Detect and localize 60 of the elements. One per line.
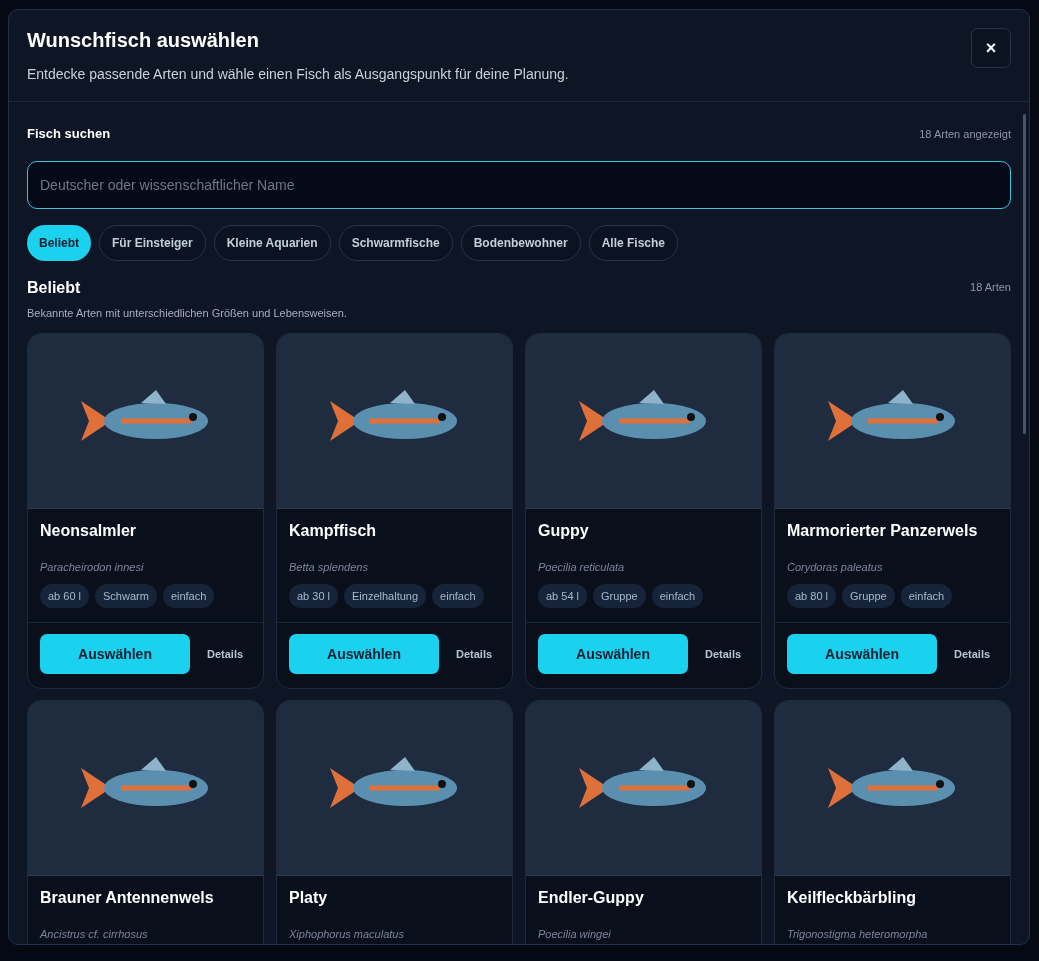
section-title: Beliebt xyxy=(27,277,81,298)
tag: einfach xyxy=(432,583,484,608)
details-link[interactable]: Details xyxy=(954,645,991,663)
dialog-subtitle: Entdecke passende Arten und wähle einen Fisch als Ausgangspunkt für deine Planung. xyxy=(27,65,569,84)
fish-name: Guppy xyxy=(538,521,590,541)
filter-chip[interactable]: Schwarmfische xyxy=(338,224,453,261)
scientific-name: Xiphophorus maculatus xyxy=(289,927,405,942)
fish-name: Marmorierter Panzerwels xyxy=(787,521,979,541)
fish-card[interactable]: Guppy Poecilia reticulata ab 54 l Gruppe einfach Auswählen Details xyxy=(525,333,762,689)
details-link[interactable]: Details xyxy=(207,645,244,663)
fish-card[interactable]: Marmorierter Panzerwels Corydoras paleatus ab 80 l Gruppe einfach Auswählen Details xyxy=(774,333,1011,689)
fish-name: Kampffisch xyxy=(289,521,378,541)
fish-name: Neonsalmler xyxy=(40,521,138,541)
select-button[interactable]: Auswählen xyxy=(787,634,937,674)
fish-card[interactable]: Brauner Antennenwels Ancistrus cf. cirrhosus xyxy=(27,700,264,944)
select-button[interactable]: Auswählen xyxy=(289,634,439,674)
filter-chip[interactable]: Bodenbewohner xyxy=(460,224,581,261)
section-description: Bekannte Arten mit unterschiedlichen Größen und Lebensweisen. xyxy=(27,305,348,321)
search-label: Fisch suchen xyxy=(27,125,111,143)
tag: ab 30 l xyxy=(289,583,339,608)
tag: einfach xyxy=(900,583,953,608)
fish-name: Brauner Antennenwels xyxy=(40,888,215,908)
scientific-name: Poecilia reticulata xyxy=(538,560,626,575)
tag: Gruppe xyxy=(842,583,895,608)
details-link[interactable]: Details xyxy=(705,645,742,663)
fish-card[interactable]: Kampffisch Betta splendens ab 30 l Einzelhaltung einfach Auswählen Details xyxy=(276,333,513,689)
tag: ab 80 l xyxy=(787,583,837,608)
filter-chip[interactable]: Für Einsteiger xyxy=(99,224,206,261)
filter-chip[interactable]: Kleine Aquarien xyxy=(213,224,331,261)
tag: ab 60 l xyxy=(40,583,90,608)
scientific-name: Corydoras paleatus xyxy=(787,560,884,575)
tag: Einzelhaltung xyxy=(344,583,427,608)
fish-card[interactable]: Keilfleckbärbling Trigonostigma heteromorpha xyxy=(774,700,1011,944)
fish-name: Platy xyxy=(289,888,329,908)
scientific-name: Paracheirodon innesi xyxy=(40,560,145,575)
search-field[interactable]: Deutscher oder wissenschaftlicher Name xyxy=(27,160,1011,209)
scientific-name: Poecilia wingei xyxy=(538,927,612,942)
select-button[interactable]: Auswählen xyxy=(538,634,688,674)
scientific-name: Ancistrus cf. cirrhosus xyxy=(40,927,149,942)
tag: ab 54 l xyxy=(538,583,588,608)
fish-name: Keilfleckbärbling xyxy=(787,888,917,908)
filter-chip[interactable]: Beliebt xyxy=(27,224,91,261)
fish-card[interactable]: Platy Xiphophorus maculatus xyxy=(276,700,513,944)
tag: Gruppe xyxy=(593,583,646,608)
scientific-name: Betta splendens xyxy=(289,560,369,575)
close-button[interactable]: × xyxy=(971,28,1011,68)
filter-chip[interactable]: Alle Fische xyxy=(588,224,679,261)
tag: einfach xyxy=(162,583,215,608)
select-button[interactable]: Auswählen xyxy=(40,634,190,674)
result-count: 18 Arten angezeigt xyxy=(919,126,1011,142)
section-count: 18 Arten xyxy=(970,280,1011,296)
details-link[interactable]: Details xyxy=(456,645,493,663)
scrollbar[interactable] xyxy=(1023,114,1026,434)
fish-card[interactable]: Endler-Guppy Poecilia wingei xyxy=(525,700,762,944)
fish-name: Endler-Guppy xyxy=(538,888,645,908)
dialog-title: Wunschfisch auswählen xyxy=(27,28,260,52)
tag: Schwarm xyxy=(95,583,157,608)
fish-card[interactable]: Neonsalmler Paracheirodon innesi ab 60 l Schwarm einfach Auswählen Details xyxy=(27,333,264,689)
tag: einfach xyxy=(651,583,704,608)
scientific-name: Trigonostigma heteromorpha xyxy=(787,927,929,942)
